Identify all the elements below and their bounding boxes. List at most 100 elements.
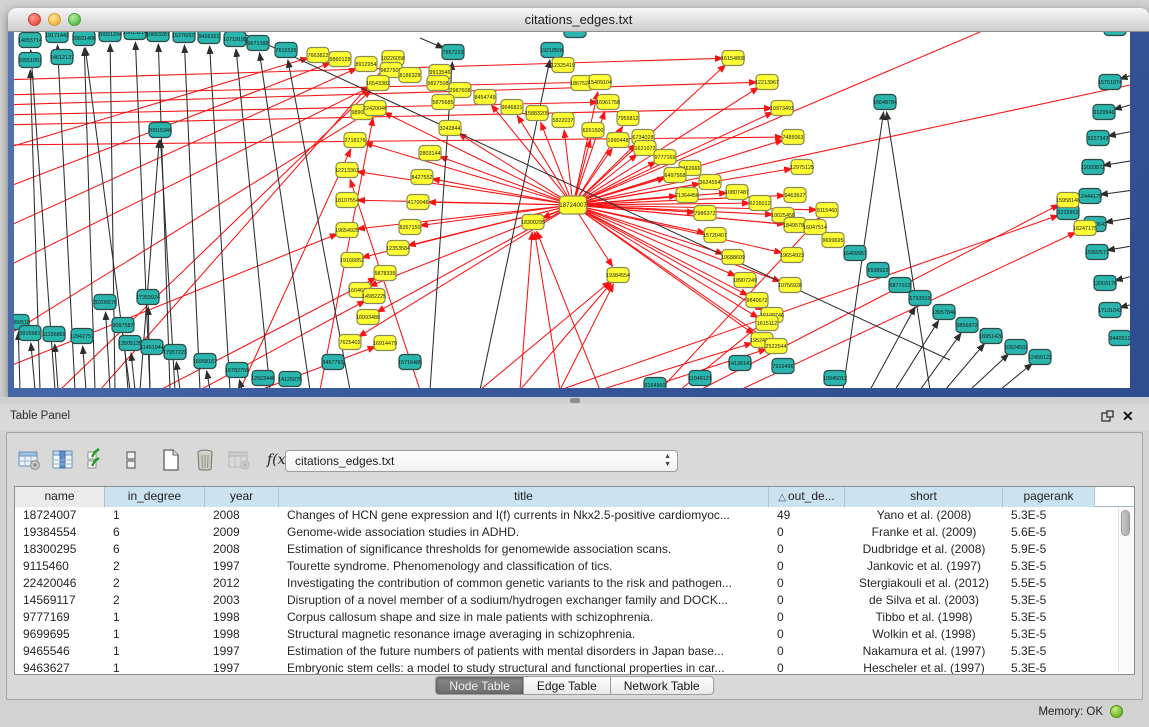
graph-node[interactable]: 19384554	[606, 268, 630, 283]
table-cell[interactable]: 5.9E-5	[1003, 541, 1095, 558]
table-cell[interactable]: 0	[769, 626, 845, 643]
edge[interactable]	[573, 205, 773, 215]
column-header-title[interactable]: title	[279, 487, 769, 507]
graph-node[interactable]: 15992571	[1085, 245, 1109, 260]
graph-node[interactable]: 6164960	[644, 378, 666, 389]
graph-node[interactable]: 2522544	[765, 339, 787, 354]
graph-node[interactable]: 7919496	[772, 359, 794, 374]
graph-node[interactable]: 16247175	[1073, 221, 1097, 236]
table-cell[interactable]: de Silva et al. (2003)	[845, 592, 1003, 609]
table-cell[interactable]: 1998	[205, 609, 279, 626]
graph-node[interactable]: 15409104	[588, 75, 612, 90]
table-cell[interactable]: 22420046	[15, 575, 105, 592]
graph-node[interactable]: 11046121	[688, 371, 712, 386]
graph-node[interactable]: 19218506	[540, 43, 564, 58]
table-cell[interactable]: 18300295	[15, 541, 105, 558]
table-cell[interactable]: 6	[105, 524, 205, 541]
graph-node[interactable]: 12450122	[1028, 350, 1052, 365]
table-cell[interactable]: 5.3E-5	[1003, 592, 1095, 609]
network-canvas[interactable]: 1405571419171443206914062002139420551051…	[14, 32, 1130, 388]
graph-node[interactable]: 7663822	[307, 48, 329, 63]
table-cell[interactable]: 0	[769, 660, 845, 675]
edge[interactable]	[1114, 100, 1130, 109]
edge[interactable]	[970, 354, 1009, 388]
graph-node[interactable]: 6938923	[867, 263, 889, 278]
graph-node[interactable]: 6216012	[749, 196, 771, 211]
graph-node[interactable]: 8454749	[474, 90, 496, 105]
graph-node[interactable]: 9227343	[1087, 131, 1109, 146]
edge[interactable]	[520, 283, 612, 388]
graph-node[interactable]: 8912954	[355, 57, 377, 72]
edge[interactable]	[1100, 188, 1130, 195]
table-scrollbar[interactable]	[1118, 508, 1132, 672]
edge[interactable]	[573, 205, 782, 253]
edge[interactable]	[560, 284, 613, 388]
show-column-icon[interactable]	[50, 447, 76, 473]
table-row[interactable]: 1456911722003Disruption of a novel membe…	[15, 592, 1134, 609]
edge[interactable]	[573, 205, 781, 282]
minimize-window-button[interactable]	[48, 13, 61, 26]
edge[interactable]	[240, 149, 351, 388]
table-cell[interactable]: 6	[105, 541, 205, 558]
graph-node[interactable]: 14055714	[18, 33, 42, 48]
graph-node[interactable]: 9440512	[1109, 331, 1130, 346]
table-cell[interactable]: 49	[769, 507, 845, 524]
graph-node[interactable]: 15883205	[525, 106, 549, 121]
table-cell[interactable]: 9465546	[15, 643, 105, 660]
edge[interactable]	[110, 44, 115, 388]
row-options-icon[interactable]	[118, 447, 144, 473]
graph-node[interactable]: 9856972	[956, 318, 978, 333]
edge[interactable]	[18, 332, 20, 388]
graph-node[interactable]: 19171443	[45, 32, 69, 43]
table-cell[interactable]: Hescheler et al. (1997)	[845, 660, 1003, 675]
edge[interactable]	[357, 172, 573, 205]
graph-node[interactable]: 19166852	[340, 253, 364, 268]
graph-node[interactable]: 3915981	[19, 326, 41, 341]
new-file-icon[interactable]	[158, 447, 184, 473]
table-cell[interactable]: Stergiakouli et al. (2012)	[845, 575, 1003, 592]
graph-node[interactable]: 9466161	[198, 32, 220, 44]
edge[interactable]	[365, 143, 573, 205]
edge[interactable]	[14, 137, 783, 145]
table-cell[interactable]: 2	[105, 558, 205, 575]
edge[interactable]	[535, 232, 560, 388]
graph-node[interactable]: 3242844	[439, 121, 461, 136]
edge[interactable]	[31, 343, 35, 388]
graph-node[interactable]: 11156869	[42, 327, 65, 342]
table-cell[interactable]: 2	[105, 592, 205, 609]
graph-node[interactable]: 16961758	[596, 95, 620, 110]
graph-node[interactable]: 10756928	[778, 278, 802, 293]
graph-node[interactable]: 10688609	[721, 250, 745, 265]
graph-node[interactable]: 15276007	[172, 32, 196, 43]
column-header-year[interactable]: year	[205, 487, 279, 507]
float-panel-icon[interactable]	[1101, 410, 1114, 423]
graph-node[interactable]: 7986372	[694, 206, 716, 221]
graph-node[interactable]: 3624554	[699, 175, 721, 190]
graph-node[interactable]: 6793919	[909, 291, 931, 306]
graph-node[interactable]: 16093489	[356, 310, 380, 325]
window-titlebar[interactable]: citations_edges.txt	[8, 8, 1149, 32]
table-cell[interactable]: 0	[769, 592, 845, 609]
graph-node[interactable]: 7485063	[782, 130, 804, 145]
graph-node[interactable]: 5822037	[552, 113, 574, 128]
table-cell[interactable]: Changes of HCN gene expression and I(f) …	[279, 507, 769, 524]
edge[interactable]	[560, 215, 1059, 388]
table-cell[interactable]: 9699695	[15, 626, 105, 643]
table-cell[interactable]: Disruption of a novel member of a sodium…	[279, 592, 769, 609]
graph-node[interactable]: 1615112	[756, 316, 778, 331]
table-cell[interactable]: 2008	[205, 507, 279, 524]
graph-node[interactable]: 9129946	[1093, 105, 1115, 120]
column-header-name[interactable]: name	[15, 487, 105, 507]
graph-node[interactable]: 16958167	[193, 354, 217, 369]
graph-node[interactable]: 16648784	[873, 95, 897, 110]
table-row[interactable]: 946554611997Estimation of the future num…	[15, 643, 1134, 660]
graph-node[interactable]: 9646821	[501, 100, 523, 115]
table-cell[interactable]: 2008	[205, 541, 279, 558]
graph-node[interactable]: 16154808	[721, 51, 745, 66]
graph-node[interactable]: 12093872	[1081, 160, 1105, 175]
graph-node[interactable]: 19922104	[1103, 32, 1127, 36]
graph-node[interactable]: 19654923	[780, 248, 804, 263]
table-cell[interactable]: 0	[769, 524, 845, 541]
delete-icon[interactable]	[192, 447, 218, 473]
table-cell[interactable]: Estimation of the future numbers of pati…	[279, 643, 769, 660]
